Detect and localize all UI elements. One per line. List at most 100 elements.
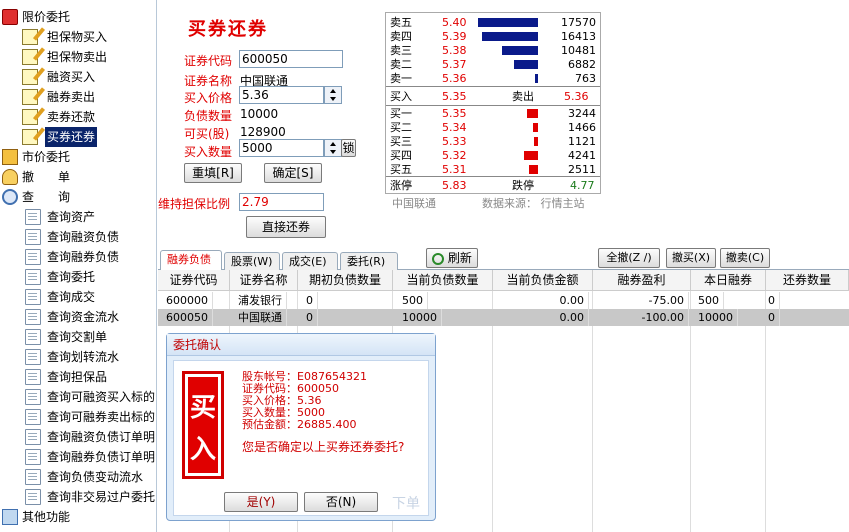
- level-price[interactable]: 5.31: [442, 162, 467, 177]
- code-input[interactable]: 600050: [239, 50, 343, 68]
- canbuy-value: 128900: [240, 125, 286, 139]
- tree-group-label: 查 询: [22, 190, 71, 204]
- sell-price[interactable]: 5.36: [564, 89, 589, 104]
- tree-item-label: 查询划转流水: [47, 350, 120, 364]
- level-price[interactable]: 5.37: [442, 57, 467, 72]
- col-header[interactable]: 当前负债数量: [393, 270, 493, 291]
- reset-button[interactable]: 重填[R]: [184, 163, 242, 183]
- tree-group-label: 其他功能: [22, 510, 71, 524]
- level-volume: 2511: [568, 163, 596, 176]
- table-row-selected[interactable]: 600050 中国联通 0 10000 0.00 -100.00 10000 0: [158, 309, 849, 326]
- table-row[interactable]: 600000 浦发银行 0 500 0.00 -75.00 500 0: [158, 292, 849, 309]
- cell: 0: [764, 292, 780, 309]
- col-header[interactable]: 融券盈利: [593, 270, 691, 291]
- document-icon: [25, 269, 41, 285]
- level-volume: 763: [575, 72, 596, 85]
- tools-icon: [2, 509, 18, 525]
- tree-item-label: 担保物买入: [47, 30, 108, 44]
- buy-level-row[interactable]: 买五 5.31 2511: [386, 162, 600, 177]
- col-header[interactable]: 证券名称: [230, 270, 298, 291]
- buy-level-row[interactable]: 买四 5.32 4241: [386, 148, 600, 163]
- level-name: 买二: [390, 121, 412, 134]
- tree-item-label: 查询可融资买入标的: [47, 390, 156, 404]
- level-volume: 10481: [561, 44, 596, 57]
- tab-trades[interactable]: 成交(E): [282, 252, 338, 270]
- confirm-button[interactable]: 确定[S]: [264, 163, 322, 183]
- level-price[interactable]: 5.32: [442, 148, 467, 163]
- col-header[interactable]: 证券代码: [158, 270, 230, 291]
- sell-level-row[interactable]: 卖二 5.37 6882: [386, 57, 600, 72]
- sell-level-row[interactable]: 卖一 5.36 763: [386, 71, 600, 86]
- document-icon: [25, 369, 41, 385]
- tab-short-debt[interactable]: 融券负债: [160, 250, 222, 271]
- sell-label: 卖出: [512, 90, 534, 103]
- direct-repay-button[interactable]: 直接还券: [246, 216, 326, 238]
- dialog-watermark: 下单: [392, 496, 420, 512]
- cancel-all-button[interactable]: 全撤(Z /): [598, 248, 660, 268]
- limit-row: 涨停 5.83 跌停 4.77: [386, 178, 600, 193]
- col-header[interactable]: 当前负债金额: [493, 270, 593, 291]
- cell: 0.00: [493, 292, 589, 309]
- buy-icon: [2, 9, 18, 25]
- buy-level-row[interactable]: 买二 5.34 1466: [386, 120, 600, 135]
- level-price[interactable]: 5.38: [442, 43, 467, 58]
- tree-item-label: 查询资金流水: [47, 310, 120, 324]
- tree-item-label: 查询担保品: [47, 370, 108, 384]
- cell: 10000: [694, 309, 738, 326]
- level-name: 卖一: [390, 72, 412, 85]
- volume-bar: [482, 32, 538, 41]
- tree-group-label: 市价委托: [22, 150, 71, 164]
- cell: 浦发银行: [234, 292, 287, 309]
- level-name: 卖三: [390, 44, 412, 57]
- level-price[interactable]: 5.35: [442, 106, 467, 121]
- price-input[interactable]: 5.36: [239, 86, 324, 104]
- cancel-sell-button[interactable]: 撤卖(C): [720, 248, 770, 268]
- sell-level-row[interactable]: 卖五 5.40 17570: [386, 15, 600, 30]
- grid-line: [765, 291, 766, 532]
- function-tree: 限价委托 担保物买入 担保物卖出 融资买入 融券卖出 卖券还款 买券还券 市价委…: [0, 0, 157, 532]
- tree-item-label: 查询可融券卖出标的: [47, 410, 156, 424]
- no-button[interactable]: 否(N): [304, 492, 378, 512]
- level-price[interactable]: 5.34: [442, 120, 467, 135]
- code-label: 证券代码: [184, 54, 233, 68]
- level-volume: 16413: [561, 30, 596, 43]
- level-name: 卖四: [390, 30, 412, 43]
- tree-item-label: 查询资产: [47, 210, 96, 224]
- level-price[interactable]: 5.39: [442, 29, 467, 44]
- dialog-title[interactable]: 委托确认: [167, 334, 435, 356]
- sell-level-row[interactable]: 卖三 5.38 10481: [386, 43, 600, 58]
- bid-ask-row: 买入 5.35 卖出 5.36: [386, 89, 600, 104]
- level-price[interactable]: 5.40: [442, 15, 467, 30]
- level-price[interactable]: 5.33: [442, 134, 467, 149]
- volume-bar: [529, 165, 538, 174]
- tab-stocks[interactable]: 股票(W): [224, 252, 280, 270]
- limit-up-price[interactable]: 5.83: [442, 178, 467, 193]
- buy-label: 买入: [390, 90, 412, 103]
- refresh-label: 刷新: [447, 251, 472, 265]
- col-header[interactable]: 本日融券: [691, 270, 766, 291]
- buy-price[interactable]: 5.35: [442, 89, 467, 104]
- qty-input[interactable]: 5000: [239, 139, 324, 157]
- tree-item-label: 担保物卖出: [47, 50, 108, 64]
- buy-level-row[interactable]: 买三 5.33 1121: [386, 134, 600, 149]
- document-icon: [25, 449, 41, 465]
- dialog-body: 买 入 股东帐号：E087654321 证券代码：600050 买入价格：5.3…: [173, 360, 429, 516]
- price-spinner[interactable]: [324, 86, 342, 104]
- cancel-buy-button[interactable]: 撤买(X): [666, 248, 716, 268]
- yes-button[interactable]: 是(Y): [224, 492, 298, 512]
- level-name: 买五: [390, 163, 412, 176]
- tab-orders[interactable]: 委托(R): [340, 252, 398, 270]
- tree-item-label: 融券卖出: [47, 90, 96, 104]
- tree-item-label: 卖券还款: [47, 110, 96, 124]
- lock-button[interactable]: 锁: [341, 139, 356, 157]
- refresh-button[interactable]: 刷新: [426, 248, 478, 268]
- limit-down-price[interactable]: 4.77: [570, 178, 595, 193]
- qty-spinner[interactable]: [324, 139, 342, 157]
- sell-level-row[interactable]: 卖四 5.39 16413: [386, 29, 600, 44]
- order-icon: [22, 69, 38, 85]
- col-header[interactable]: 还券数量: [766, 270, 849, 291]
- level-price[interactable]: 5.36: [442, 71, 467, 86]
- col-header[interactable]: 期初负债数量: [298, 270, 393, 291]
- buy-level-row[interactable]: 买一 5.35 3244: [386, 106, 600, 121]
- volume-bar: [535, 74, 538, 83]
